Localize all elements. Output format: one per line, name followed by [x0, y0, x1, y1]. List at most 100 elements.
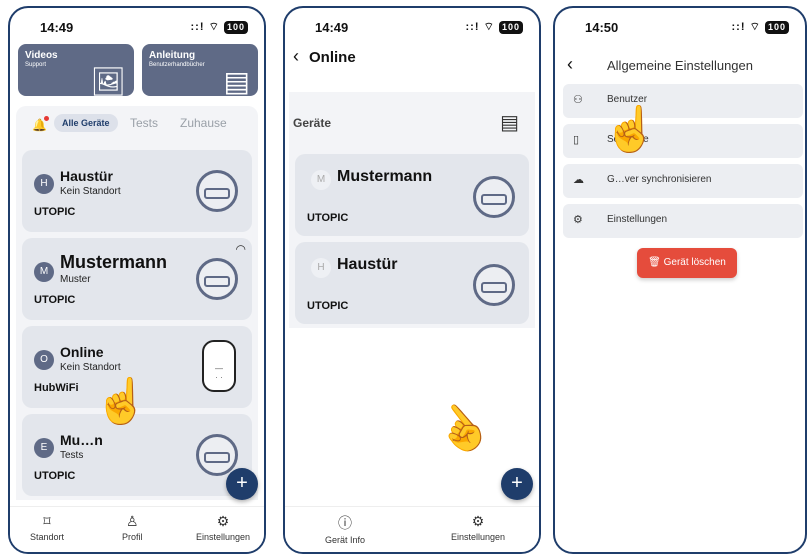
status-time: 14:49 — [40, 20, 74, 35]
device-name: Mu…n — [60, 432, 103, 448]
status-icons: ::! ⌔ 100 — [191, 20, 248, 34]
phone-screen-devices: 14:49 ::! ⌔ 100 Videos Support 🖼 Anleitu… — [8, 6, 266, 554]
device-card[interactable]: H Haustür UTOPIC — [295, 242, 529, 324]
tab-bar: ⌑ Standort ♙ Profil ⚙ Einstellungen — [10, 506, 264, 552]
device-card[interactable]: H Haustür Kein Standort UTOPIC — [22, 150, 252, 232]
gear-icon: ⚙ — [216, 513, 230, 529]
add-device-button[interactable]: + — [501, 468, 533, 500]
settings-row-sync[interactable]: ☁ G…ver synchronisieren — [563, 164, 803, 198]
gear-icon: ⚙ — [573, 214, 583, 226]
avatar: E — [34, 438, 54, 458]
wifi-icon: ⌔ — [483, 21, 495, 33]
smart-lock-icon — [196, 170, 238, 212]
filter-zuhause[interactable]: Zuhause — [180, 116, 227, 130]
device-type: UTOPIC — [307, 212, 349, 224]
pointing-hand-icon: ☝ — [425, 393, 499, 466]
status-bar: 14:49 ::! ⌔ 100 — [285, 18, 539, 38]
banner-title: Anleitung — [149, 50, 196, 61]
nav-header: ‹ Online — [293, 46, 356, 67]
device-location: Muster — [60, 274, 91, 285]
status-bar: 14:50 ::! ⌔ 100 — [555, 18, 805, 38]
battery-icon: 100 — [223, 21, 248, 34]
device-type: UTOPIC — [34, 206, 76, 218]
device-name: Haustür — [60, 168, 113, 184]
phone-update-icon: ▯ — [573, 134, 580, 146]
section-title: Geräte — [293, 116, 332, 130]
status-bar: 14:49 ::! ⌔ 100 — [10, 18, 264, 38]
wifi-icon: ⌔ — [749, 21, 761, 33]
add-device-button[interactable]: + — [226, 468, 258, 500]
smart-lock-icon — [473, 264, 515, 306]
avatar: M — [34, 262, 54, 282]
anleitung-banner[interactable]: Anleitung Benutzerhandbücher ▤ — [142, 44, 258, 96]
section-header: Geräte ▤ — [289, 92, 535, 152]
trash-icon: 🗑 — [648, 257, 661, 268]
device-location: Kein Standort — [60, 362, 121, 373]
row-label: Benutzer — [607, 94, 648, 105]
hub-device-icon: — · · — [202, 340, 236, 392]
nav-header: ‹ Allgemeine Einstellungen — [555, 52, 805, 80]
avatar: H — [34, 174, 54, 194]
page-title: Allgemeine Einstellungen — [607, 58, 753, 73]
settings-row-einstellungen[interactable]: ⚙ Einstellungen — [563, 204, 803, 238]
bookmark-icon: ⌑ — [43, 513, 51, 529]
tab-einstellungen[interactable]: ⚙ Einstellungen — [451, 513, 505, 542]
page-title: Online — [309, 49, 356, 66]
pointing-hand-icon: ☝ — [94, 377, 149, 426]
gear-icon: ⚙ — [471, 513, 485, 529]
signal-icon: ::! — [465, 21, 480, 33]
avatar: M — [311, 170, 331, 190]
notification-dot — [43, 116, 49, 121]
bell-icon[interactable]: 🔔 — [32, 116, 49, 132]
status-icons: ::! ⌔ 100 — [465, 20, 523, 34]
filter-tests[interactable]: Tests — [130, 116, 158, 130]
device-location: Kein Standort — [60, 186, 121, 197]
device-location: Tests — [60, 450, 84, 461]
wifi-icon: ⌔ — [208, 21, 220, 33]
cloud-sync-icon: ☁ — [573, 174, 584, 186]
device-type: UTOPIC — [307, 300, 349, 312]
info-icon: ⓘ — [338, 515, 353, 531]
filter-bar: 🔔 Alle Geräte Tests Zuhause — [16, 106, 258, 146]
tab-standort[interactable]: ⌑ Standort — [30, 513, 64, 542]
device-card[interactable]: ◠ M Mustermann Muster UTOPIC — [22, 238, 252, 320]
battery-icon: 100 — [498, 21, 523, 34]
settings-row-benutzer[interactable]: ⚇ Benutzer — [563, 84, 803, 118]
document-icon[interactable]: ▤ — [500, 110, 519, 135]
device-card[interactable]: M Mustermann UTOPIC — [295, 154, 529, 236]
device-list: H Haustür Kein Standort UTOPIC ◠ M Muste… — [16, 146, 258, 500]
row-label: G…ver synchronisieren — [607, 174, 712, 185]
pointing-hand-icon: ☝ — [603, 105, 658, 154]
battery-icon: 100 — [764, 21, 789, 34]
status-time: 14:50 — [585, 20, 619, 35]
status-time: 14:49 — [315, 20, 349, 35]
wifi-icon: ◠ — [235, 242, 246, 256]
device-type: UTOPIC — [34, 294, 76, 306]
tab-profil[interactable]: ♙ Profil — [122, 513, 143, 542]
avatar: O — [34, 350, 54, 370]
settings-row-software-update[interactable]: ▯ So…date — [563, 124, 803, 158]
videos-banner[interactable]: Videos Support 🖼 — [18, 44, 134, 96]
signal-icon: ::! — [731, 21, 746, 33]
users-icon: ⚇ — [573, 94, 583, 106]
device-card[interactable]: E Mu…n Tests UTOPIC — [22, 414, 252, 496]
filter-all-devices[interactable]: Alle Geräte — [54, 114, 118, 132]
tab-geraet-info[interactable]: ⓘ Gerät Info — [325, 513, 365, 545]
delete-device-button[interactable]: 🗑 Gerät löschen — [637, 248, 737, 278]
tab-bar: ⓘ Gerät Info ⚙ Einstellungen — [285, 506, 539, 552]
phone-screen-settings: 14:50 ::! ⌔ 100 ‹ Allgemeine Einstellung… — [553, 6, 807, 554]
device-name: Online — [60, 344, 104, 360]
video-gallery-icon: 🖼 — [90, 66, 126, 96]
device-type: UTOPIC — [34, 470, 76, 482]
tab-einstellungen[interactable]: ⚙ Einstellungen — [196, 513, 250, 542]
device-name: Mustermann — [337, 168, 433, 185]
smart-lock-icon — [473, 176, 515, 218]
phone-screen-hub: 14:49 ::! ⌔ 100 ‹ Online Geräte ▤ M Muste… — [283, 6, 541, 554]
device-type: HubWiFi — [34, 382, 79, 394]
status-icons: ::! ⌔ 100 — [731, 20, 789, 34]
avatar: H — [311, 258, 331, 278]
device-name: Haustür — [337, 256, 398, 273]
smart-lock-icon — [196, 434, 238, 476]
back-icon[interactable]: ‹ — [293, 46, 299, 66]
device-name: Mustermann — [60, 252, 168, 272]
